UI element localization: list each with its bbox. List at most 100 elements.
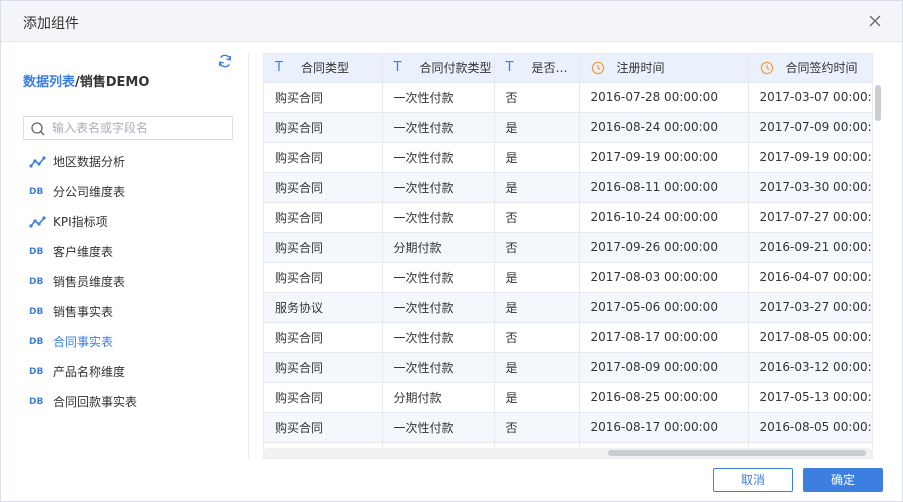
column-header[interactable]: T 合同类型 bbox=[264, 54, 383, 83]
table-cell: 2016-04-07 00:00:00 bbox=[748, 262, 872, 293]
table-cell: 一次性付款 bbox=[382, 292, 495, 323]
column-header[interactable]: T 合同付款类型 bbox=[382, 54, 495, 83]
table-cell: 否 bbox=[494, 412, 580, 443]
clock-icon bbox=[591, 61, 617, 75]
db-icon: DB bbox=[29, 187, 44, 197]
column-header[interactable]: 注册时间 bbox=[579, 54, 749, 83]
table-cell: 一次性付款 bbox=[382, 352, 495, 383]
table-row: 购买合同 一次性付款是 2016-08-11 00:00:00 2017-03-30 … bbox=[264, 172, 872, 203]
search-input[interactable] bbox=[52, 119, 228, 137]
table-row: 购买合同 一次性付款否 2017-08-17 00:00:00 2017-08-05 … bbox=[264, 322, 872, 353]
table-cell: 一次性付款 bbox=[382, 82, 495, 113]
analysis-icon bbox=[29, 155, 47, 169]
table-cell: 2017-07-27 00:00:00 bbox=[748, 202, 872, 233]
table-cell: 分期付款 bbox=[382, 382, 495, 413]
tree-item-label: 销售员维度表 bbox=[53, 275, 126, 289]
panel-divider bbox=[248, 53, 249, 459]
tree-item[interactable]: 地区数据分析 bbox=[23, 147, 233, 177]
table-cell: 2016-08-05 00:00:00 bbox=[748, 412, 872, 443]
column-header-label: 是否已... bbox=[531, 61, 579, 76]
search-icon bbox=[30, 121, 46, 137]
dialog-header: 添加组件 bbox=[1, 1, 902, 42]
table-cell: 2016-08-11 00:00:00 bbox=[579, 172, 749, 203]
analysis-icon bbox=[29, 215, 47, 229]
table-cell: 购买合同 bbox=[264, 142, 383, 173]
table-tree: 地区数据分析 DB 分公司维度表 KPI指标项 DB 客户维度表 DB 销售员维度表 DB 销售事… bbox=[23, 147, 233, 417]
tree-item[interactable]: DB 客户维度表 bbox=[23, 237, 233, 267]
tree-item[interactable]: DB 合同回款事实表 bbox=[23, 387, 233, 417]
column-header[interactable]: T 是否已... bbox=[494, 54, 580, 83]
table-cell: 购买合同 bbox=[264, 322, 383, 353]
table-cell: 一次性付款 bbox=[382, 202, 495, 233]
table-cell: 购买合同 bbox=[264, 172, 383, 203]
table-cell: 2016-08-17 00:00:00 bbox=[579, 412, 749, 443]
table-cell: 2017-09-19 00:00:00 bbox=[579, 142, 749, 173]
clock-icon bbox=[760, 61, 786, 75]
table-cell: 2016-09-21 00:00:00 bbox=[748, 232, 872, 263]
table-cell: 2016-10-24 00:00:00 bbox=[579, 202, 749, 233]
table-row: 购买合同 一次性付款是 2017-09-19 00:00:00 2017-09-19 … bbox=[264, 142, 872, 173]
column-header-label: 合同类型 bbox=[301, 61, 350, 76]
db-icon: DB bbox=[29, 397, 44, 407]
table-row: 购买合同 一次性付款否 2016-07-28 00:00:00 2017-03-07 … bbox=[264, 82, 872, 113]
tree-item-label: 合同回款事实表 bbox=[53, 395, 138, 409]
tree-item[interactable]: DB 合同事实表 bbox=[23, 327, 233, 357]
table-cell: 购买合同 bbox=[264, 112, 383, 143]
table-cell: 2017-05-06 00:00:00 bbox=[579, 292, 749, 323]
table-row: 购买合同 一次性付款是 2016-08-24 00:00:00 2017-07-09 … bbox=[264, 112, 872, 143]
table-cell: 2016-03-12 00:00:00 bbox=[748, 352, 872, 383]
table-cell: 否 bbox=[494, 322, 580, 353]
table-row: 购买合同 分期付款是 2016-08-25 00:00:00 2017-05-13 0… bbox=[264, 382, 872, 413]
db-icon: DB bbox=[29, 277, 44, 287]
table-cell: 分期付款 bbox=[382, 232, 495, 263]
table-cell: 2017-05-13 00:00:00 bbox=[748, 382, 872, 413]
text-type-icon: T bbox=[393, 60, 402, 76]
table-cell: 一次性付款 bbox=[382, 142, 495, 173]
tree-item[interactable]: DB 产品名称维度 bbox=[23, 357, 233, 387]
data-preview-table: T 合同类型 T 合同付款类型 T 是否已... 注册时间 合同签约时间 购买合同 一次性付款否… bbox=[263, 53, 873, 459]
tree-item[interactable]: DB 销售员维度表 bbox=[23, 267, 233, 297]
table-cell: 2017-09-19 00:00:00 bbox=[748, 142, 872, 173]
tree-item-label: 产品名称维度 bbox=[53, 365, 126, 379]
table-cell: 2017-08-17 00:00:00 bbox=[579, 322, 749, 353]
table-cell: 一次性付款 bbox=[382, 262, 495, 293]
preview-table: T 合同类型 T 合同付款类型 T 是否已... 注册时间 合同签约时间 购买合同 一次性付款否… bbox=[264, 54, 872, 458]
table-row: 购买合同 分期付款否 2017-09-26 00:00:00 2016-09-21 0… bbox=[264, 232, 872, 263]
cancel-button[interactable]: 取消 bbox=[713, 468, 793, 492]
column-header-label: 合同付款类型 bbox=[419, 61, 492, 76]
table-cell: 是 bbox=[494, 172, 580, 203]
table-cell: 2017-03-27 00:00:00 bbox=[748, 292, 872, 323]
add-component-dialog: 添加组件 数据列表/销售DEMO 地区数据分析 DB 分公司维度表 KPI指标项 DB 客… bbox=[0, 0, 903, 502]
table-cell: 购买合同 bbox=[264, 202, 383, 233]
vertical-scrollbar[interactable] bbox=[875, 85, 881, 121]
table-cell: 服务协议 bbox=[264, 292, 383, 323]
tree-item-label: KPI指标项 bbox=[53, 215, 108, 229]
text-type-icon: T bbox=[275, 60, 283, 76]
dialog-title: 添加组件 bbox=[23, 16, 79, 32]
table-row: 购买合同 一次性付款否 2016-10-24 00:00:00 2017-07-27 … bbox=[264, 202, 872, 233]
horizontal-scrollbar[interactable] bbox=[608, 450, 866, 456]
ok-button[interactable]: 确定 bbox=[803, 468, 883, 492]
db-icon: DB bbox=[29, 247, 44, 257]
text-type-icon: T bbox=[505, 60, 514, 76]
breadcrumb: 数据列表/销售DEMO bbox=[23, 71, 149, 90]
close-icon[interactable] bbox=[866, 12, 884, 30]
table-cell: 是 bbox=[494, 112, 580, 143]
table-cell: 2016-08-24 00:00:00 bbox=[579, 112, 749, 143]
column-header-label: 合同签约时间 bbox=[785, 61, 858, 76]
table-cell: 2017-08-03 00:00:00 bbox=[579, 262, 749, 293]
tree-item[interactable]: DB 销售事实表 bbox=[23, 297, 233, 327]
tree-item-label: 分公司维度表 bbox=[53, 185, 126, 199]
tree-item[interactable]: DB 分公司维度表 bbox=[23, 177, 233, 207]
table-cell: 购买合同 bbox=[264, 262, 383, 293]
db-icon: DB bbox=[29, 337, 44, 347]
column-header[interactable]: 合同签约时间 bbox=[748, 54, 872, 83]
breadcrumb-root[interactable]: 数据列表 bbox=[23, 75, 75, 90]
table-cell: 购买合同 bbox=[264, 232, 383, 263]
table-cell: 一次性付款 bbox=[382, 112, 495, 143]
table-cell: 是 bbox=[494, 142, 580, 173]
table-row: 购买合同 一次性付款否 2016-08-17 00:00:00 2016-08-05 … bbox=[264, 412, 872, 443]
table-cell: 2017-03-30 00:00:00 bbox=[748, 172, 872, 203]
tree-item[interactable]: KPI指标项 bbox=[23, 207, 233, 237]
refresh-icon[interactable] bbox=[217, 53, 233, 69]
